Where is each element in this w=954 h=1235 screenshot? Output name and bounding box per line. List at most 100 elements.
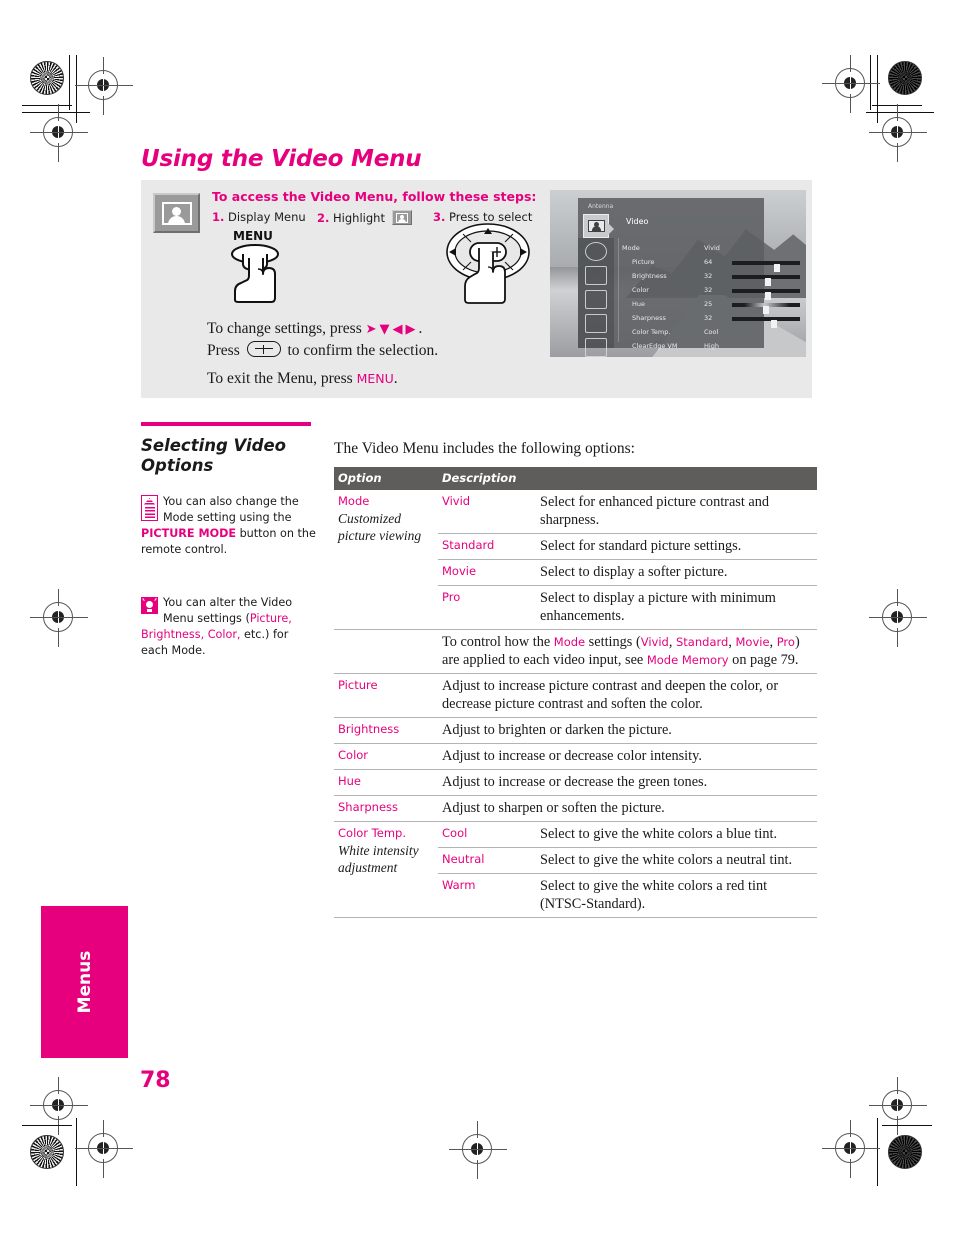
osd-row[interactable]: Mode Vivid bbox=[622, 242, 760, 256]
osd-setup-icon bbox=[585, 338, 607, 357]
change-settings-paragraph: To change settings, press ➤▼◀▶. Press to… bbox=[207, 318, 438, 361]
osd-row-label: Color bbox=[632, 286, 649, 294]
mm-keyword-mode: Mode bbox=[553, 635, 586, 649]
osd-slider-knob[interactable] bbox=[764, 278, 771, 286]
osd-slider-knob[interactable] bbox=[774, 264, 781, 272]
table-header-row: Option Description bbox=[334, 467, 817, 490]
osd-row-label: Hue bbox=[632, 300, 646, 308]
osd-slider-knob[interactable] bbox=[771, 320, 778, 328]
osd-row[interactable]: Sharpness 32 bbox=[622, 312, 800, 328]
osd-video-icon-selected bbox=[583, 214, 614, 238]
table-cell-description: Select for enhanced picture contrast and… bbox=[536, 489, 817, 534]
osd-row[interactable]: Advanced Video bbox=[622, 354, 760, 357]
osd-slider-knob[interactable] bbox=[763, 306, 770, 314]
osd-row-label: Color Temp. bbox=[632, 328, 671, 336]
osd-slider-track[interactable] bbox=[732, 261, 800, 272]
option-name: Hue bbox=[338, 774, 362, 788]
option-name: Brightness bbox=[338, 722, 400, 736]
osd-row-value: Cool bbox=[704, 328, 719, 336]
table-cell-option: Hue bbox=[334, 769, 438, 796]
osd-slider-track[interactable] bbox=[732, 317, 800, 328]
osd-row[interactable]: Color Temp. Cool bbox=[622, 326, 760, 340]
table-cell-option: Sharpness bbox=[334, 795, 438, 822]
note-video-settings: You can alter the Video Menu settings (P… bbox=[141, 595, 317, 659]
crop-mark-bottom-left-v bbox=[76, 1118, 77, 1186]
table-cell-sub-option: Neutral bbox=[438, 847, 536, 874]
osd-row-label: Mode bbox=[622, 244, 640, 252]
step-1-number: 1. bbox=[212, 210, 225, 224]
confirm-prefix: Press bbox=[207, 342, 244, 359]
mm-text-4: on page 79. bbox=[728, 652, 799, 668]
change-settings-suffix: . bbox=[418, 320, 423, 337]
table-cell-description: Adjust to sharpen or soften the picture. bbox=[438, 795, 817, 822]
video-options-table: Option Description Mode Customized pictur… bbox=[334, 467, 817, 917]
table-cell-description: Select to give the white colors a neutra… bbox=[536, 847, 817, 874]
osd-channel-icon bbox=[585, 290, 607, 309]
osd-slider-track[interactable] bbox=[732, 289, 800, 300]
osd-row[interactable]: Color 32 bbox=[622, 284, 800, 300]
table-cell-description: Adjust to increase or decrease the green… bbox=[438, 769, 817, 796]
osd-slider-track[interactable] bbox=[732, 303, 800, 314]
mm-keyword-pro: Pro bbox=[776, 635, 795, 649]
registration-mark-right-lower bbox=[869, 1077, 927, 1135]
arrow-keys-glyphs: ➤▼◀▶ bbox=[365, 322, 419, 337]
print-star-mark-bottom-right bbox=[888, 1135, 922, 1169]
table-cell-option: Color Temp. White intensity adjustment bbox=[334, 821, 438, 917]
table-cell-sub-option: Vivid bbox=[438, 489, 536, 534]
osd-row[interactable]: Picture 64 bbox=[622, 256, 800, 272]
mm-keyword-mode-memory: Mode Memory bbox=[646, 653, 729, 667]
table-row: Color Adjust to increase or decrease colo… bbox=[334, 743, 817, 770]
mm-text-2: settings ( bbox=[585, 634, 641, 650]
table-cell-description: Adjust to brighten or darken the picture… bbox=[438, 717, 817, 744]
osd-antenna-label: Antenna bbox=[588, 203, 614, 210]
table-cell-sub-option: Cool bbox=[438, 821, 536, 848]
tv-screen-screenshot: Antenna Video Mode Vivid Picture 64 Brightne… bbox=[550, 190, 806, 357]
osd-slider-track[interactable] bbox=[732, 275, 800, 286]
registration-mark-top-right bbox=[822, 55, 880, 113]
registration-mark-bottom-center bbox=[449, 1121, 507, 1179]
option-name: Color Temp. bbox=[338, 826, 406, 840]
table-cell-description: Select to give the white colors a blue t… bbox=[536, 821, 817, 848]
picture-frame-icon bbox=[161, 201, 192, 225]
picture-mode-mini-icon bbox=[391, 210, 412, 225]
table-body: Mode Customized picture viewing Vivid Selec… bbox=[334, 489, 817, 917]
svg-text:MENU: MENU bbox=[233, 229, 273, 243]
table-row: Mode Customized picture viewing Vivid Selec… bbox=[334, 489, 817, 630]
crop-mark-bottom-right-h bbox=[882, 1125, 932, 1126]
exit-menu-keyword: MENU bbox=[356, 371, 394, 386]
registration-mark-right-upper bbox=[869, 104, 927, 162]
option-subtitle: White intensity adjustment bbox=[338, 843, 419, 875]
column-header-option: Option bbox=[334, 467, 438, 490]
table-cell-sub-option: Pro bbox=[438, 585, 536, 630]
table-row: Brightness Adjust to brighten or darken t… bbox=[334, 717, 817, 744]
osd-row[interactable]: ClearEdge VM High bbox=[622, 340, 760, 354]
option-name: Mode bbox=[338, 494, 370, 508]
on-screen-display-menu: Antenna Video Mode Vivid Picture 64 Brightne… bbox=[578, 198, 800, 357]
osd-slider-knob[interactable] bbox=[764, 292, 771, 300]
step-2: 2. Highlight bbox=[317, 210, 412, 225]
osd-row[interactable]: Hue 25 bbox=[622, 298, 800, 314]
table-row: Color Temp. White intensity adjustment Coo… bbox=[334, 821, 817, 917]
table-cell-option bbox=[334, 629, 438, 674]
table-cell-description: To control how the Mode settings (Vivid,… bbox=[438, 629, 817, 674]
osd-row-value: 32 bbox=[704, 314, 713, 322]
crop-mark-top-left-h bbox=[22, 112, 90, 113]
joystick-illustration bbox=[443, 222, 538, 304]
registration-mark-left-lower bbox=[30, 1077, 88, 1135]
osd-row-label: Advanced Video bbox=[632, 356, 684, 357]
osd-row-label: Picture bbox=[632, 258, 655, 266]
chapter-tab-menus: Menus bbox=[41, 906, 128, 1058]
osd-row[interactable]: Brightness 32 bbox=[622, 270, 800, 286]
osd-row-label: Brightness bbox=[632, 272, 667, 280]
mm-keyword-vivid: Vivid bbox=[640, 635, 669, 649]
page-title: Using the Video Menu bbox=[141, 146, 422, 172]
registration-mark-bottom-left bbox=[75, 1120, 133, 1178]
option-subtitle: Customized picture viewing bbox=[338, 511, 422, 543]
step-1: 1. Display Menu bbox=[212, 210, 306, 224]
print-star-mark-bottom-left bbox=[30, 1135, 64, 1169]
section-rule bbox=[141, 422, 311, 426]
registration-mark-left-upper bbox=[30, 104, 88, 162]
crop-mark-top-right-h bbox=[866, 112, 934, 113]
option-name: Sharpness bbox=[338, 800, 399, 814]
osd-row-value: Vivid bbox=[704, 244, 720, 252]
